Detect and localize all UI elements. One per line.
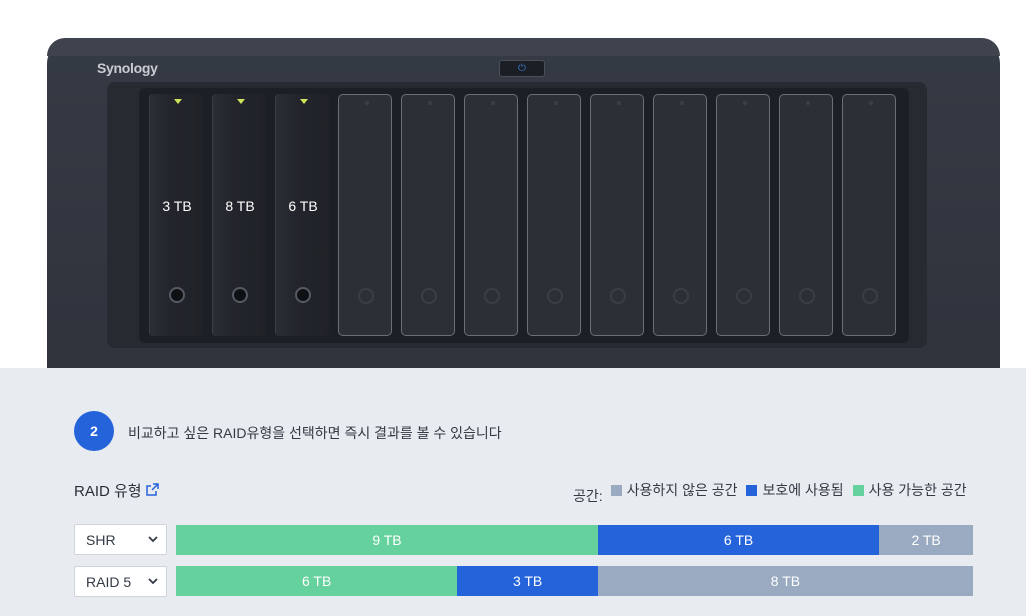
status-led-icon xyxy=(869,101,873,105)
status-led-icon xyxy=(743,101,747,105)
legend-item-unused: 사용하지 않은 공간 xyxy=(610,480,738,500)
drive-bay-empty[interactable] xyxy=(401,94,455,336)
drive-bay-empty[interactable] xyxy=(842,94,896,336)
bar-segment: 6 TB xyxy=(597,525,880,555)
drive-bay-empty[interactable] xyxy=(338,94,392,336)
drive-bay-empty[interactable] xyxy=(779,94,833,336)
bay-lock-icon xyxy=(736,288,752,304)
step-instruction: 비교하고 싶은 RAID유형을 선택하면 즉시 결과를 볼 수 있습니다 xyxy=(128,425,502,441)
drive-size-label: 3 TB xyxy=(162,198,192,214)
raid-select-row1[interactable]: SHR xyxy=(74,524,167,555)
bay-lock-icon xyxy=(358,288,374,304)
capacity-bar-row1: 9 TB 6 TB 2 TB xyxy=(176,525,973,555)
status-led-icon xyxy=(680,101,684,105)
status-led-icon xyxy=(365,101,369,105)
bay-lock-icon xyxy=(421,288,437,304)
legend-item-protection: 보호에 사용됨 xyxy=(746,480,844,500)
drive-bay-empty[interactable] xyxy=(716,94,770,336)
segment-label: 8 TB xyxy=(770,573,801,589)
drive-size-label: 6 TB xyxy=(288,198,318,214)
raid-select-value: RAID 5 xyxy=(86,574,132,590)
drive-bay-filled[interactable]: 3 TB xyxy=(149,94,203,336)
raid-type-heading: RAID 유형 xyxy=(74,480,159,501)
bay-lock-icon xyxy=(799,288,815,304)
bay-lock-icon xyxy=(862,288,878,304)
bay-lock-icon xyxy=(673,288,689,304)
legend-unused-label: 사용하지 않은 공간 xyxy=(626,482,738,498)
drive-bay-empty[interactable] xyxy=(527,94,581,336)
status-led-icon xyxy=(617,101,621,105)
brand-logo: Synology xyxy=(97,60,158,76)
bay-lock-icon xyxy=(610,288,626,304)
status-led-icon xyxy=(491,101,495,105)
status-led-icon xyxy=(428,101,432,105)
bar-segment: 2 TB xyxy=(879,525,973,555)
segment-label: 9 TB xyxy=(372,532,402,548)
power-button: ⏻ xyxy=(499,60,545,77)
capacity-bar-row2: 6 TB 3 TB 8 TB xyxy=(176,566,973,596)
status-led-icon xyxy=(300,99,308,104)
bar-segment: 6 TB xyxy=(176,566,458,596)
available-swatch xyxy=(852,484,864,496)
bay-lock-icon xyxy=(484,288,500,304)
bay-lock-icon xyxy=(232,287,248,303)
nas-top-edge xyxy=(47,38,1000,56)
raid-select-row2[interactable]: RAID 5 xyxy=(74,566,167,597)
drive-bay-filled[interactable]: 8 TB xyxy=(212,94,266,336)
drive-bay-empty[interactable] xyxy=(653,94,707,336)
bay-lock-icon xyxy=(295,287,311,303)
step-number-badge: 2 xyxy=(74,411,114,451)
bar-segment: 3 TB xyxy=(457,566,598,596)
chevron-down-icon xyxy=(148,536,158,543)
segment-label: 2 TB xyxy=(911,532,941,548)
bar-segment: 8 TB xyxy=(597,566,973,596)
protection-swatch xyxy=(746,484,758,496)
segment-label: 6 TB xyxy=(301,573,332,589)
status-led-icon xyxy=(237,99,245,104)
power-icon: ⏻ xyxy=(518,63,526,74)
legend-item-available: 사용 가능한 공간 xyxy=(852,480,967,500)
drive-bay-filled[interactable]: 6 TB xyxy=(275,94,329,336)
status-led-icon xyxy=(174,99,182,104)
drive-bay-empty[interactable] xyxy=(590,94,644,336)
bay-lock-icon xyxy=(547,288,563,304)
legend-available-label: 사용 가능한 공간 xyxy=(868,482,967,498)
bar-segment: 9 TB xyxy=(176,525,598,555)
drive-size-label: 8 TB xyxy=(225,198,255,214)
legend-protection-label: 보호에 사용됨 xyxy=(762,482,844,498)
status-led-icon xyxy=(806,101,810,105)
bay-lock-icon xyxy=(169,287,185,303)
space-legend: 공간: 사용하지 않은 공간 보호에 사용됨 사용 가능한 공간 xyxy=(573,480,967,504)
unused-swatch xyxy=(610,484,622,496)
chevron-down-icon xyxy=(148,578,158,585)
raid-select-value: SHR xyxy=(86,532,116,548)
drive-bay-empty[interactable] xyxy=(464,94,518,336)
segment-label: 6 TB xyxy=(723,532,754,548)
legend-label: 공간: xyxy=(573,488,603,504)
raid-type-label: RAID 유형 xyxy=(74,483,142,500)
status-led-icon xyxy=(554,101,558,105)
external-link-icon[interactable] xyxy=(145,483,159,499)
segment-label: 3 TB xyxy=(512,573,543,589)
